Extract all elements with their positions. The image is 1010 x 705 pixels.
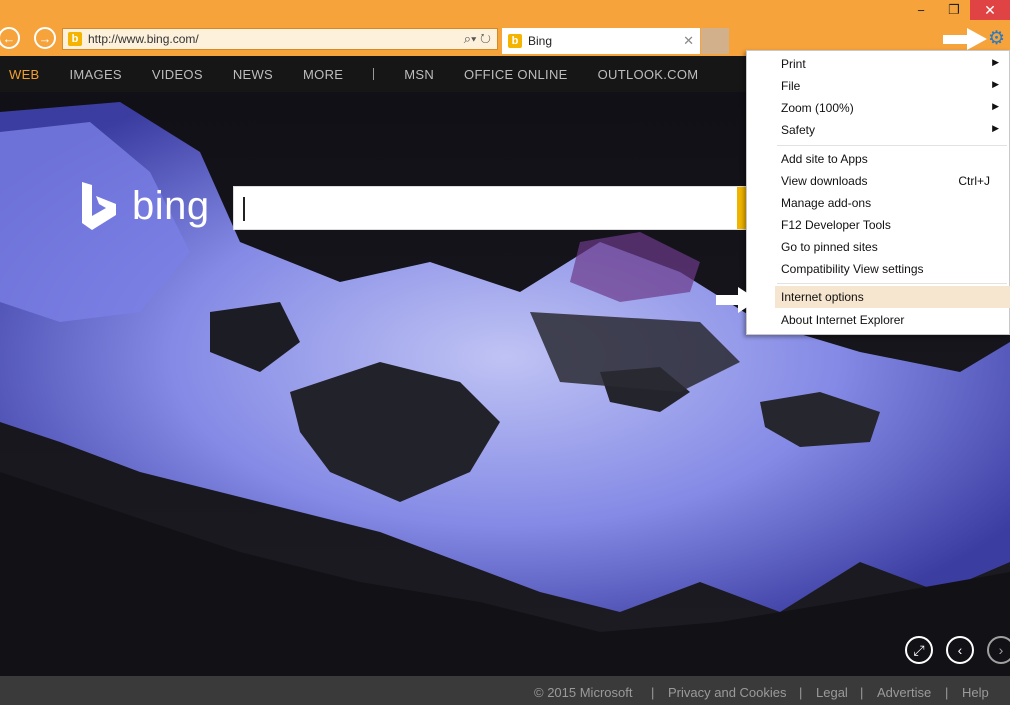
forward-button[interactable]: → <box>34 27 56 49</box>
search-refresh-icons[interactable]: ⌕▾ ↻ <box>464 31 491 47</box>
menu-item-label: File <box>781 79 801 93</box>
menu-item-f12-developer-tools[interactable]: F12 Developer Tools <box>747 214 1009 236</box>
nav-outlook[interactable]: OUTLOOK.COM <box>598 67 699 82</box>
menu-item-label: Zoom (100%) <box>781 101 854 115</box>
menu-item-safety[interactable]: Safety ▶ <box>747 119 1009 141</box>
menu-item-label: Compatibility View settings <box>781 262 924 276</box>
menu-item-label: View downloads <box>781 174 868 188</box>
submenu-arrow-icon: ▶ <box>992 57 999 67</box>
minimize-button[interactable]: − <box>904 0 938 20</box>
close-button[interactable]: ✕ <box>970 0 1010 20</box>
forward-arrow-icon: → <box>38 30 52 46</box>
footer-link-advertise[interactable]: Advertise <box>877 685 931 700</box>
menu-item-shortcut: Ctrl+J <box>958 174 990 188</box>
chevron-right-icon: › <box>998 642 1004 658</box>
expand-image-button[interactable]: ⤢ <box>905 636 933 664</box>
text-caret <box>243 197 245 221</box>
tab-title: Bing <box>528 34 553 48</box>
footer-link-help[interactable]: Help <box>962 685 989 700</box>
menu-item-internet-options[interactable]: Internet options <box>775 286 1010 308</box>
menu-separator <box>777 145 1007 146</box>
restore-button[interactable]: ❐ <box>938 0 970 20</box>
menu-item-go-to-pinned-sites[interactable]: Go to pinned sites <box>747 236 1009 258</box>
footer-separator: | <box>945 685 949 700</box>
footer-separator: | <box>651 685 655 700</box>
previous-image-button[interactable]: ‹ <box>946 636 974 664</box>
menu-item-manage-add-ons[interactable]: Manage add-ons <box>747 192 1009 214</box>
pointer-arrow-icon <box>716 287 760 313</box>
bing-favicon-icon: b <box>508 34 522 48</box>
gear-icon[interactable]: ⚙ <box>988 29 1010 49</box>
menu-item-label: About Internet Explorer <box>781 313 905 327</box>
menu-item-print[interactable]: Print ▶ <box>747 53 1009 75</box>
menu-item-label: Safety <box>781 123 816 137</box>
tab-close-icon[interactable]: ✕ <box>683 33 694 49</box>
menu-item-label: Go to pinned sites <box>781 240 878 254</box>
nav-news[interactable]: NEWS <box>233 67 273 82</box>
menu-item-label: F12 Developer Tools <box>781 218 891 232</box>
menu-item-label: Manage add-ons <box>781 196 872 210</box>
menu-separator <box>777 283 1007 284</box>
menu-item-label: Print <box>781 57 806 71</box>
menu-item-compatibility-view-settings[interactable]: Compatibility View settings <box>747 258 1009 280</box>
bing-logo: bing <box>80 182 210 230</box>
nav-videos[interactable]: VIDEOS <box>152 67 203 82</box>
nav-msn[interactable]: MSN <box>404 67 434 82</box>
nav-office-online[interactable]: OFFICE ONLINE <box>464 67 568 82</box>
page-footer: © 2015 Microsoft | Privacy and Cookies |… <box>0 676 1010 705</box>
submenu-arrow-icon: ▶ <box>992 79 999 89</box>
menu-item-view-downloads[interactable]: View downloads Ctrl+J <box>747 170 1009 192</box>
menu-item-label: Internet options <box>781 290 864 304</box>
bing-b-logo-icon <box>82 182 116 230</box>
menu-item-file[interactable]: File ▶ <box>747 75 1009 97</box>
footer-separator: | <box>799 685 803 700</box>
menu-item-add-site-to-apps[interactable]: Add site to Apps <box>747 148 1009 170</box>
url-text[interactable]: http://www.bing.com/ <box>88 32 199 46</box>
tools-menu: Print ▶ File ▶ Zoom (100%) ▶ Safety ▶ Ad… <box>746 50 1010 335</box>
nav-divider <box>373 68 375 80</box>
bing-logo-text: bing <box>132 183 210 228</box>
nav-more[interactable]: MORE <box>303 67 343 82</box>
footer-link-privacy[interactable]: Privacy and Cookies <box>668 685 787 700</box>
new-tab-button[interactable] <box>701 28 729 54</box>
menu-item-label: Add site to Apps <box>781 152 868 166</box>
footer-link-legal[interactable]: Legal <box>816 685 848 700</box>
chevron-left-icon: ‹ <box>957 642 963 658</box>
pointer-arrow-icon <box>943 28 989 50</box>
address-bar[interactable]: b http://www.bing.com/ ⌕▾ ↻ <box>62 28 498 50</box>
submenu-arrow-icon: ▶ <box>992 123 999 133</box>
tab-bing[interactable]: b Bing ✕ <box>502 28 700 54</box>
menu-item-about-internet-explorer[interactable]: About Internet Explorer <box>747 309 1009 331</box>
nav-web[interactable]: WEB <box>9 67 40 82</box>
bing-favicon-icon: b <box>68 32 82 46</box>
footer-copyright: © 2015 Microsoft <box>534 685 633 700</box>
menu-item-zoom[interactable]: Zoom (100%) ▶ <box>747 97 1009 119</box>
next-image-button[interactable]: › <box>987 636 1010 664</box>
submenu-arrow-icon: ▶ <box>992 101 999 111</box>
nav-images[interactable]: IMAGES <box>70 67 122 82</box>
search-input[interactable] <box>233 186 747 230</box>
footer-separator: | <box>860 685 864 700</box>
expand-icon: ⤢ <box>913 641 925 658</box>
back-arrow-icon: ← <box>2 30 16 46</box>
